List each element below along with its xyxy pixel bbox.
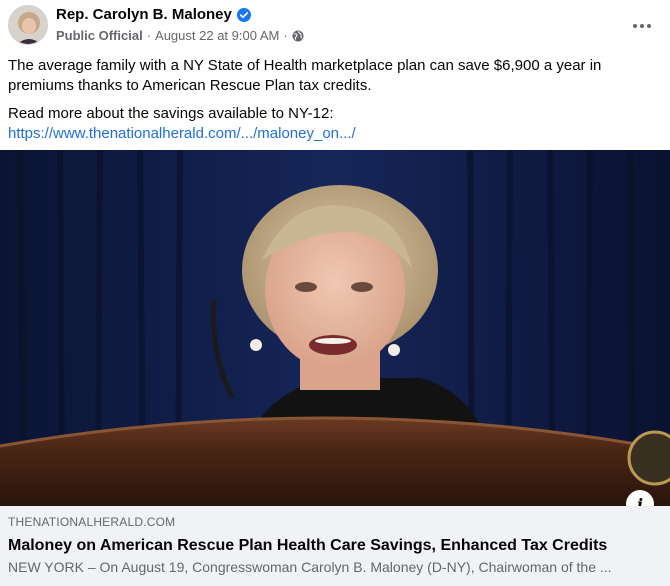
globe-icon[interactable] [292,30,304,42]
author-role: Public Official [56,28,143,43]
maloney-photo [0,150,670,506]
avatar-image [9,6,47,44]
post-link[interactable]: https://www.thenationalherald.com/.../ma… [8,125,356,142]
post-text-2: Read more about the savings available to… [8,104,658,144]
link-domain: THENATIONALHERALD.COM [8,515,176,529]
more-horizontal-icon [633,24,651,28]
post-timestamp[interactable]: August 22 at 9:00 AM [155,28,279,43]
post-body: The average family with a NY State of He… [8,56,658,144]
meta-separator-2: · [283,28,288,43]
verified-badge-icon [236,7,251,22]
link-preview-card[interactable]: THENATIONALHERALD.COM Maloney on America… [0,506,670,586]
post-header: Rep. Carolyn B. Maloney Public Official … [0,0,670,52]
meta-separator: · [146,28,152,43]
more-options-button[interactable] [626,10,658,42]
post-text: The average family with a NY State of He… [8,57,602,94]
avatar[interactable] [8,5,48,45]
link-preview-image[interactable] [0,150,670,506]
author-name-row[interactable]: Rep. Carolyn B. Maloney [56,6,251,23]
post-text-read-more: Read more about the savings available to… [8,105,334,122]
author-name[interactable]: Rep. Carolyn B. Maloney [56,6,232,23]
link-description: NEW YORK – On August 19, Congresswoman C… [8,559,612,575]
link-title[interactable]: Maloney on American Rescue Plan Health C… [8,536,662,556]
post-meta: Public Official · August 22 at 9:00 AM · [56,28,304,43]
